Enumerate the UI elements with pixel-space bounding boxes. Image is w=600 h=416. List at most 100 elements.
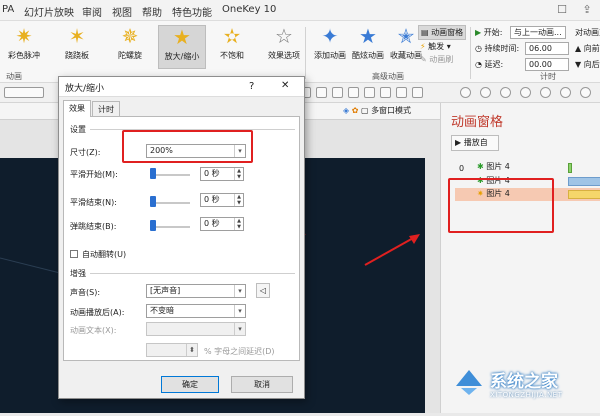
menu-tab-review[interactable]: 审阅 [82, 4, 102, 19]
animation-painter-label: 动画刷 [429, 55, 454, 64]
animation-painter-button[interactable]: ✎ 动画刷 [420, 54, 453, 65]
brush-icon: ✎ [420, 55, 427, 64]
letter-delay-input[interactable]: ⬍ [146, 343, 198, 357]
section-divider [90, 273, 295, 274]
anim-item-index: 0 [459, 164, 465, 173]
animation-pane-label: 动画窗格 [431, 28, 464, 37]
auto-reverse-label: 自动翻转(U) [82, 250, 127, 259]
effect-tab-panel: 设置 尺寸(Z): 200% ▾ 平滑开始(M): 0 秒 ▲ ▼ 平滑结束(N)… [63, 116, 300, 361]
start-select[interactable]: 与上一动画... [510, 26, 566, 39]
effect-teeter-button[interactable]: ✶ 跷跷板 [55, 25, 99, 69]
shape-icon[interactable] [316, 87, 327, 98]
watermark-text: 系统之家 [490, 372, 558, 392]
duration-row: ◷ 持续时间: [475, 43, 519, 54]
animate-text-select[interactable]: ▾ [146, 322, 246, 336]
effect-desaturate-button[interactable]: ✫ 不饱和 [210, 25, 254, 69]
comment-icon[interactable]: ☐ [555, 3, 569, 17]
effect-options-button[interactable]: ☆ 效果选项 [262, 25, 306, 69]
ok-button[interactable]: 确定 [161, 376, 219, 393]
shape-icon[interactable] [396, 87, 407, 98]
bounce-end-input[interactable]: 0 秒 ▲ ▼ [200, 217, 244, 231]
slider-thumb[interactable] [150, 168, 156, 179]
shape-icon[interactable] [540, 87, 551, 98]
effect-spin-button[interactable]: ✵ 陀螺旋 [108, 25, 152, 69]
timeline-bar [568, 177, 600, 186]
effect-color-pulse-button[interactable]: ✷ 彩色脉冲 [2, 25, 46, 69]
sound-label: 声音(S): [70, 288, 101, 297]
entrance-star-icon: ✱ [477, 162, 484, 171]
menu-tab-features[interactable]: 特色功能 [172, 4, 212, 19]
help-button[interactable]: ? [249, 81, 254, 92]
start-label: 开始: [483, 28, 503, 37]
cancel-button[interactable]: 取消 [231, 376, 293, 393]
start-row: ▶ 开始: [475, 27, 502, 38]
delay-label: 延迟: [484, 60, 504, 69]
spinner-icon[interactable]: ▲ ▼ [234, 218, 243, 230]
smooth-start-slider[interactable] [150, 174, 190, 176]
move-earlier-button[interactable]: ▲ 向前 [575, 43, 600, 54]
timeline-bar [568, 190, 600, 199]
menu-tab-onekey[interactable]: OneKey 10 [222, 4, 276, 15]
ribbon-separator [305, 27, 306, 79]
slider-thumb[interactable] [150, 220, 156, 231]
smooth-end-slider[interactable] [150, 202, 190, 204]
duration-input[interactable]: 06.00 [525, 42, 569, 55]
group-label-animation: 动画 [6, 72, 22, 81]
smooth-start-input[interactable]: 0 秒 ▲ ▼ [200, 167, 244, 181]
move-later-button[interactable]: ▼ 向后 [575, 59, 600, 70]
after-animation-select[interactable]: 不变暗 ▾ [146, 304, 246, 318]
smooth-end-label: 平滑结束(N): [70, 198, 117, 207]
menu-tab-help[interactable]: 帮助 [142, 4, 162, 19]
shape-icon[interactable] [520, 87, 531, 98]
trigger-button[interactable]: ⚡ 触发 ▾ [420, 41, 451, 52]
reorder-label: 对动画重 [575, 28, 600, 37]
lightning-icon: ⚡ [420, 42, 426, 51]
play-from-button[interactable]: ▶ 播放自 [451, 135, 499, 151]
smooth-end-input[interactable]: 0 秒 ▲ ▼ [200, 193, 244, 207]
slider-thumb[interactable] [150, 196, 156, 207]
spinner-icon[interactable]: ▲ ▼ [234, 194, 243, 206]
letter-delay-label: % 字母之间延迟(D) [204, 347, 275, 356]
shape-icon[interactable] [332, 87, 343, 98]
font-size-box[interactable] [4, 87, 44, 98]
shape-icon[interactable] [364, 87, 375, 98]
spinner-icon[interactable]: ▲ ▼ [234, 168, 243, 180]
menu-tab-view[interactable]: 视图 [112, 4, 132, 19]
anim-item[interactable]: ✱ 图片 4 [477, 161, 600, 174]
menu-tab-slideshow[interactable]: 幻灯片放映 [24, 4, 74, 19]
group-label-advanced: 高级动画 [372, 72, 404, 81]
effect-grow-shrink-button[interactable]: ★ 放大/缩小 [158, 25, 206, 69]
play-icon: ▶ [475, 28, 482, 37]
shape-icon[interactable] [560, 87, 571, 98]
shape-icon[interactable] [380, 87, 391, 98]
watermark: 系统之家 XITONGZHIJIA.NET [452, 362, 600, 413]
shape-icon[interactable] [580, 87, 591, 98]
tab-effect[interactable]: 效果 [63, 100, 91, 117]
sound-select[interactable]: [无声音] ▾ [146, 284, 246, 298]
star-options-icon: ☆ [275, 24, 293, 48]
after-animation-value: 不变暗 [150, 306, 174, 315]
shape-icon[interactable] [480, 87, 491, 98]
shape-icon[interactable] [412, 87, 423, 98]
duration-value: 06.00 [529, 44, 552, 53]
auto-reverse-checkbox[interactable] [70, 250, 78, 258]
multiwindow-toggle[interactable]: ◈ ✿ ▢ 多窗口模式 [343, 105, 411, 116]
chevron-down-icon: ▾ [234, 285, 245, 297]
dialog-title: 放大/缩小 [65, 84, 105, 94]
anim-item-name: 图片 4 [486, 162, 510, 171]
shape-icon[interactable] [348, 87, 359, 98]
menu-tab-pa[interactable]: PA [2, 4, 14, 15]
delay-input[interactable]: 00.00 [525, 58, 569, 71]
star-desaturate-icon: ✫ [223, 24, 241, 48]
close-button[interactable]: ✕ [281, 80, 289, 91]
shape-icon[interactable] [500, 87, 511, 98]
smooth-end-value: 0 秒 [204, 195, 220, 204]
animation-pane-button[interactable]: ▤ 动画窗格 [418, 25, 467, 40]
section-settings: 设置 [70, 125, 86, 134]
chevron-down-icon: ▾ [234, 323, 245, 335]
tab-timing[interactable]: 计时 [92, 101, 120, 116]
speaker-icon[interactable]: ◁ [256, 283, 270, 298]
bounce-end-slider[interactable] [150, 226, 190, 228]
share-icon[interactable]: ⇪ [580, 3, 594, 17]
shape-icon[interactable] [460, 87, 471, 98]
